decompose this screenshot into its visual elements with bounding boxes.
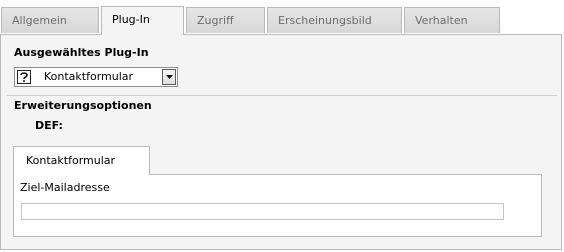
tab-panel-plug-in: Ausgewähltes Plug-In Kontaktformular Erw… [0,34,562,250]
plugin-select-value: Kontaktformular [44,70,134,83]
tab-verhalten[interactable]: Verhalten [404,7,500,33]
target-email-input[interactable] [21,203,504,220]
target-email-label: Ziel-Mailadresse [20,181,110,194]
tab-erscheinungsbild[interactable]: Erscheinungsbild [267,7,402,33]
tab-zugriff[interactable]: Zugriff [186,7,265,33]
selected-plugin-heading: Ausgewähltes Plug-In [14,46,149,59]
tab-bar: Allgemein Plug-In Zugriff Erscheinungsbi… [0,0,564,35]
help-question-icon [17,70,31,84]
extension-options-heading: Erweiterungsoptionen [14,99,152,112]
subtab-panel-kontaktformular: Ziel-Mailadresse [13,174,542,237]
tab-plug-in[interactable]: Plug-In [101,6,184,35]
plugin-select[interactable]: Kontaktformular [14,67,178,87]
plugin-settings-window: Allgemein Plug-In Zugriff Erscheinungsbi… [0,0,564,252]
section-divider [7,95,557,96]
def-label: DEF: [35,119,63,132]
tab-allgemein[interactable]: Allgemein [1,7,99,33]
chevron-down-icon[interactable] [162,69,176,85]
subtab-kontaktformular[interactable]: Kontaktformular [13,146,150,175]
